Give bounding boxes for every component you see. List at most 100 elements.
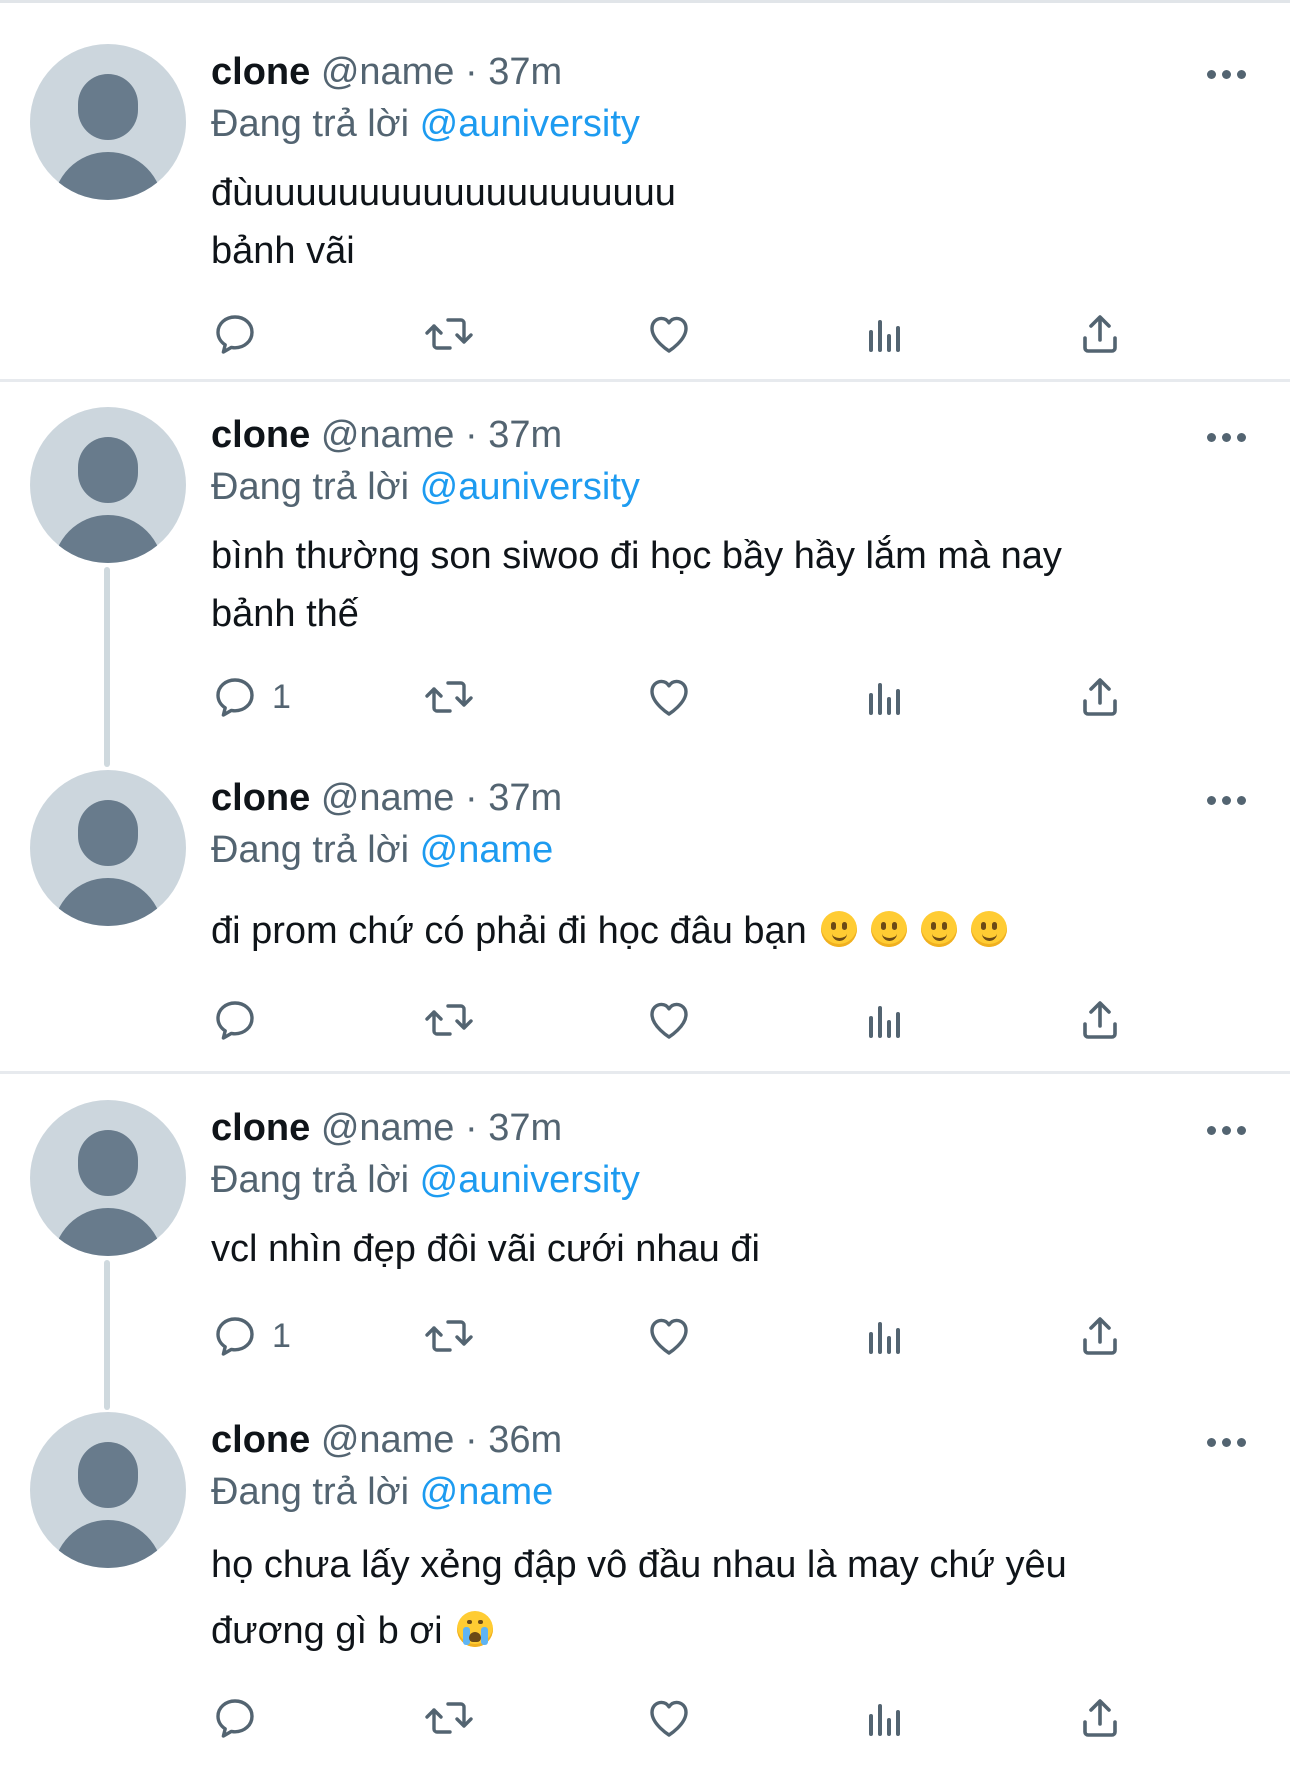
tweet-text: vcl nhìn đẹp đôi vãi cưới nhau đi bbox=[211, 1220, 1221, 1278]
action-bar: 1 bbox=[0, 669, 1290, 725]
views-button[interactable] bbox=[861, 992, 921, 1048]
thread-line bbox=[104, 567, 110, 767]
action-bar bbox=[0, 1690, 1290, 1746]
tweet-text-line: đương gì b ơi bbox=[211, 1598, 1221, 1664]
views-button[interactable] bbox=[861, 306, 921, 362]
tweet-header: clone @name · 37m bbox=[211, 1104, 562, 1152]
tweet-text-content: đi prom chứ có phải đi học đâu bạn bbox=[211, 910, 807, 952]
mention-link[interactable]: @auniversity bbox=[420, 1159, 640, 1201]
views-button[interactable] bbox=[861, 1690, 921, 1746]
replying-prefix: Đang trả lời bbox=[211, 829, 410, 871]
share-button[interactable] bbox=[1076, 1308, 1136, 1364]
user-handle[interactable]: @name bbox=[321, 1419, 455, 1461]
retweet-button[interactable] bbox=[422, 306, 482, 362]
replying-to: Đang trả lời @auniversity bbox=[211, 1156, 640, 1204]
separator-dot: · bbox=[465, 1107, 478, 1149]
like-button[interactable] bbox=[645, 1690, 705, 1746]
top-divider bbox=[0, 0, 1290, 3]
like-button[interactable] bbox=[645, 669, 705, 725]
reply-count: 1 bbox=[272, 1317, 291, 1355]
like-button[interactable] bbox=[645, 306, 705, 362]
replying-to: Đang trả lời @name bbox=[211, 1468, 553, 1516]
like-button[interactable] bbox=[645, 992, 705, 1048]
avatar[interactable] bbox=[30, 1412, 186, 1568]
more-icon[interactable] bbox=[1207, 796, 1247, 806]
share-button[interactable] bbox=[1076, 306, 1136, 362]
slightly-smiling-face-icon bbox=[820, 911, 857, 947]
replying-to: Đang trả lời @auniversity bbox=[211, 100, 640, 148]
retweet-button[interactable] bbox=[422, 992, 482, 1048]
user-handle[interactable]: @name bbox=[321, 1107, 455, 1149]
timestamp[interactable]: 37m bbox=[488, 777, 562, 819]
tweet-text: bình thường son siwoo đi học bầy hầy lắm… bbox=[211, 527, 1221, 643]
reply-button[interactable] bbox=[211, 992, 271, 1048]
views-button[interactable] bbox=[861, 1308, 921, 1364]
timestamp[interactable]: 36m bbox=[488, 1419, 562, 1461]
replying-to: Đang trả lời @auniversity bbox=[211, 463, 640, 511]
more-icon[interactable] bbox=[1207, 433, 1247, 443]
display-name[interactable]: clone bbox=[211, 51, 310, 93]
reply-button[interactable] bbox=[211, 1690, 271, 1746]
timestamp[interactable]: 37m bbox=[488, 414, 562, 456]
avatar[interactable] bbox=[30, 1100, 186, 1256]
display-name[interactable]: clone bbox=[211, 414, 310, 456]
avatar[interactable] bbox=[30, 407, 186, 563]
slightly-smiling-face-icon bbox=[920, 911, 957, 947]
tweet-text-line: bình thường son siwoo đi học bầy hầy lắm… bbox=[211, 535, 1062, 577]
tweet-text-line: bảnh vãi bbox=[211, 230, 355, 272]
retweet-button[interactable] bbox=[422, 1690, 482, 1746]
timestamp[interactable]: 37m bbox=[488, 1107, 562, 1149]
mention-link[interactable]: @auniversity bbox=[420, 103, 640, 145]
tweet-text-line: họ chưa lấy xẻng đập vô đầu nhau là may … bbox=[211, 1544, 1067, 1586]
user-handle[interactable]: @name bbox=[321, 414, 455, 456]
timestamp[interactable]: 37m bbox=[488, 51, 562, 93]
separator-dot: · bbox=[465, 1419, 478, 1461]
tweet-text-line: vcl nhìn đẹp đôi vãi cưới nhau đi bbox=[211, 1228, 760, 1270]
separator-dot: · bbox=[465, 777, 478, 819]
tweet-header: clone @name · 36m bbox=[211, 1416, 562, 1464]
more-icon[interactable] bbox=[1207, 70, 1247, 80]
reply-button[interactable] bbox=[211, 306, 271, 362]
divider bbox=[0, 379, 1290, 382]
replying-to: Đang trả lời @name bbox=[211, 826, 553, 874]
share-button[interactable] bbox=[1076, 669, 1136, 725]
retweet-button[interactable] bbox=[422, 1308, 482, 1364]
more-icon[interactable] bbox=[1207, 1438, 1247, 1448]
user-handle[interactable]: @name bbox=[321, 51, 455, 93]
slightly-smiling-face-icon bbox=[970, 911, 1007, 947]
separator-dot: · bbox=[465, 51, 478, 93]
tweet-text: họ chưa lấy xẻng đập vô đầu nhau là may … bbox=[211, 1532, 1221, 1664]
replying-prefix: Đang trả lời bbox=[211, 1159, 410, 1201]
mention-link[interactable]: @auniversity bbox=[420, 466, 640, 508]
replying-prefix: Đang trả lời bbox=[211, 1471, 410, 1513]
user-handle[interactable]: @name bbox=[321, 777, 455, 819]
reply-count: 1 bbox=[272, 678, 291, 716]
avatar[interactable] bbox=[30, 44, 186, 200]
display-name[interactable]: clone bbox=[211, 1419, 310, 1461]
tweet-text-line: đùuuuuuuuuuuuuuuuuuuuu bbox=[211, 172, 676, 214]
action-bar bbox=[0, 306, 1290, 362]
action-bar bbox=[0, 992, 1290, 1048]
share-button[interactable] bbox=[1076, 992, 1136, 1048]
more-icon[interactable] bbox=[1207, 1126, 1247, 1136]
replying-prefix: Đang trả lời bbox=[211, 466, 410, 508]
like-button[interactable] bbox=[645, 1308, 705, 1364]
views-button[interactable] bbox=[861, 669, 921, 725]
separator-dot: · bbox=[465, 414, 478, 456]
tweet-header: clone @name · 37m bbox=[211, 411, 562, 459]
reply-button[interactable]: 1 bbox=[211, 1308, 291, 1364]
mention-link[interactable]: @name bbox=[420, 1471, 554, 1513]
loudly-crying-face-icon bbox=[456, 1611, 493, 1647]
tweet-text-line: bảnh thế bbox=[211, 593, 359, 635]
tweet-header: clone @name · 37m bbox=[211, 774, 562, 822]
reply-button[interactable]: 1 bbox=[211, 669, 291, 725]
retweet-button[interactable] bbox=[422, 669, 482, 725]
share-button[interactable] bbox=[1076, 1690, 1136, 1746]
mention-link[interactable]: @name bbox=[420, 829, 554, 871]
slightly-smiling-face-icon bbox=[870, 911, 907, 947]
avatar[interactable] bbox=[30, 770, 186, 926]
display-name[interactable]: clone bbox=[211, 777, 310, 819]
tweet-header: clone @name · 37m bbox=[211, 48, 562, 96]
display-name[interactable]: clone bbox=[211, 1107, 310, 1149]
tweet-text: đi prom chứ có phải đi học đâu bạn bbox=[211, 902, 1221, 960]
